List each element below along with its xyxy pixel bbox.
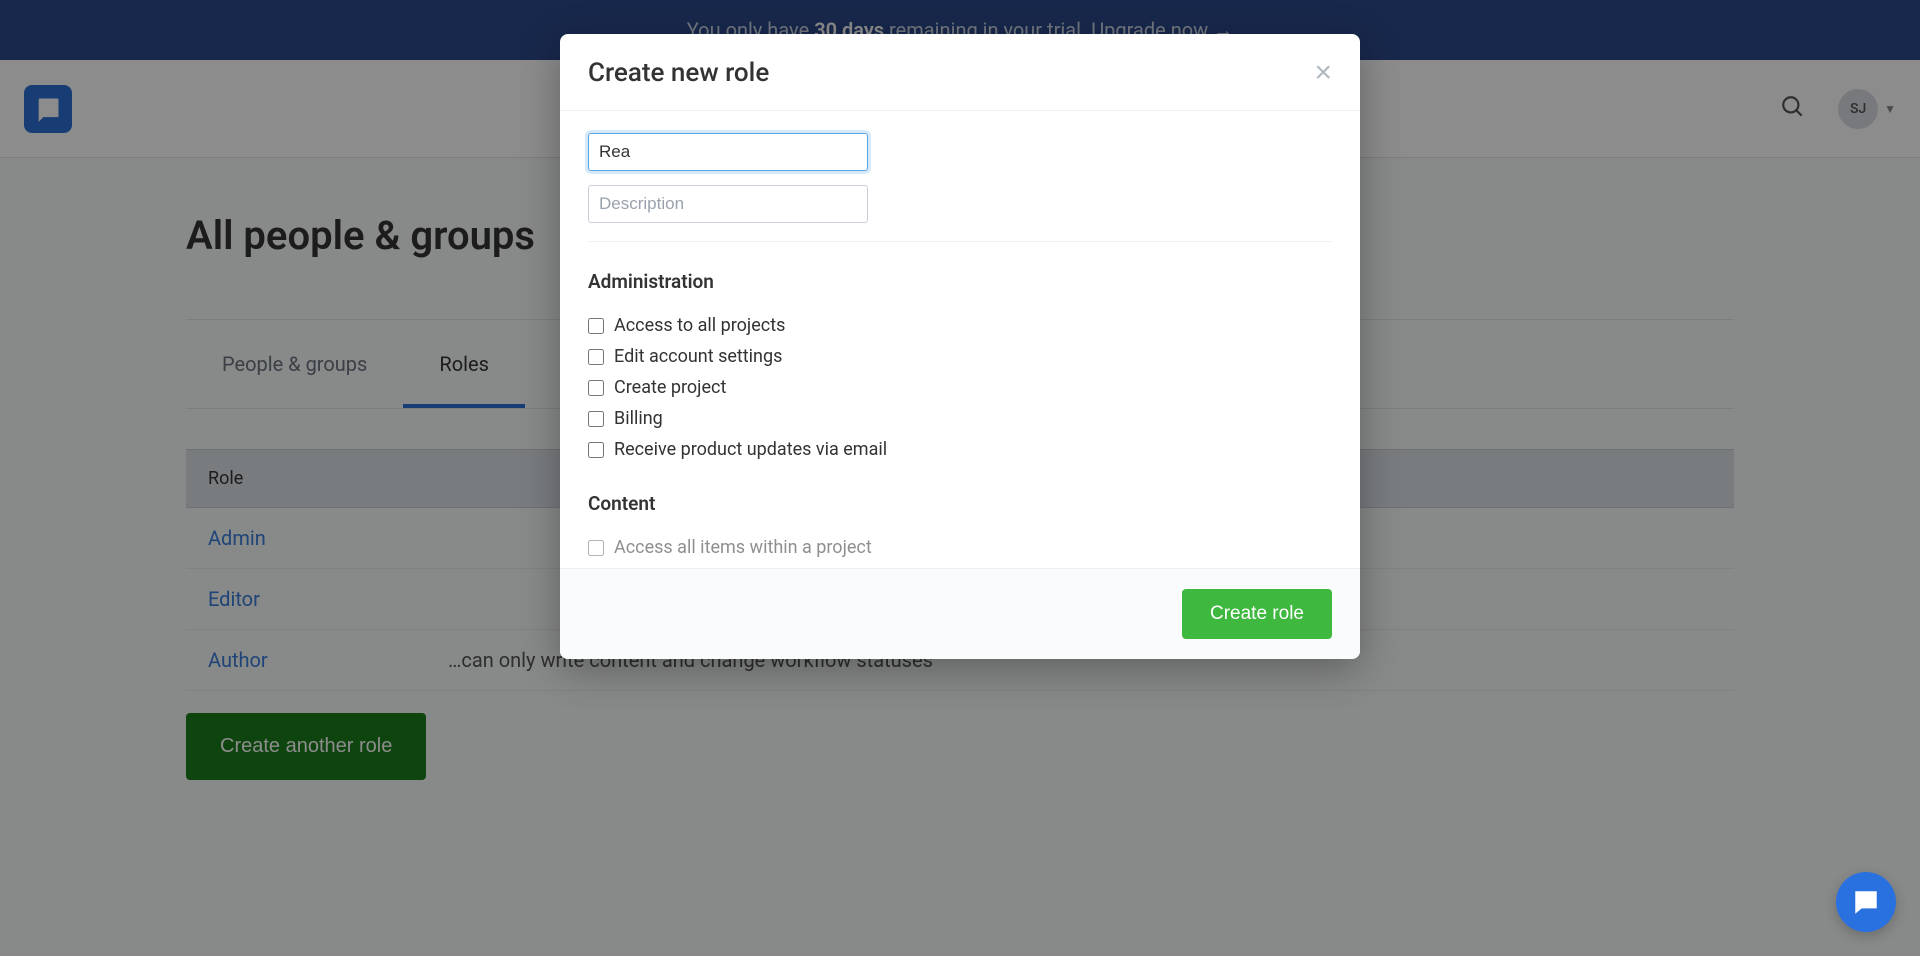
perm-label: Create project [614,377,726,398]
modal-title: Create new role [588,58,769,88]
perm-checkbox[interactable] [588,442,604,458]
perm-label: Billing [614,408,663,429]
perm-checkbox[interactable] [588,411,604,427]
modal-body: Administration Access to all projects Ed… [560,111,1360,568]
perm-checkbox[interactable] [588,380,604,396]
perm-label: Access to all projects [614,315,785,336]
perm-label: Receive product updates via email [614,439,887,460]
role-description-input[interactable] [588,185,868,223]
close-icon: × [1314,56,1332,89]
perm-checkbox[interactable] [588,349,604,365]
role-name-input[interactable] [588,133,868,171]
perm-label: Access all items within a project [614,537,872,558]
perm-row-create-project[interactable]: Create project [588,377,1332,398]
perm-row-billing[interactable]: Billing [588,408,1332,429]
perm-row-access-all-items[interactable]: Access all items within a project [588,537,1332,558]
content-section: Content Access all items within a projec… [588,492,1332,558]
perm-row-receive-updates[interactable]: Receive product updates via email [588,439,1332,460]
close-button[interactable]: × [1314,58,1332,88]
modal-footer: Create role [560,568,1360,659]
section-title-administration: Administration [588,270,1332,293]
perm-row-edit-account-settings[interactable]: Edit account settings [588,346,1332,367]
perm-checkbox[interactable] [588,318,604,334]
intercom-launcher[interactable] [1836,872,1896,932]
perm-label: Edit account settings [614,346,782,367]
section-title-content: Content [588,492,1332,515]
administration-section: Administration Access to all projects Ed… [588,270,1332,460]
modal-header: Create new role × [560,34,1360,111]
chat-icon [1851,887,1881,917]
perm-row-access-all-projects[interactable]: Access to all projects [588,315,1332,336]
create-role-button[interactable]: Create role [1182,589,1332,639]
perm-checkbox[interactable] [588,540,604,556]
divider [588,241,1332,242]
create-role-modal: Create new role × Administration Access … [560,34,1360,659]
